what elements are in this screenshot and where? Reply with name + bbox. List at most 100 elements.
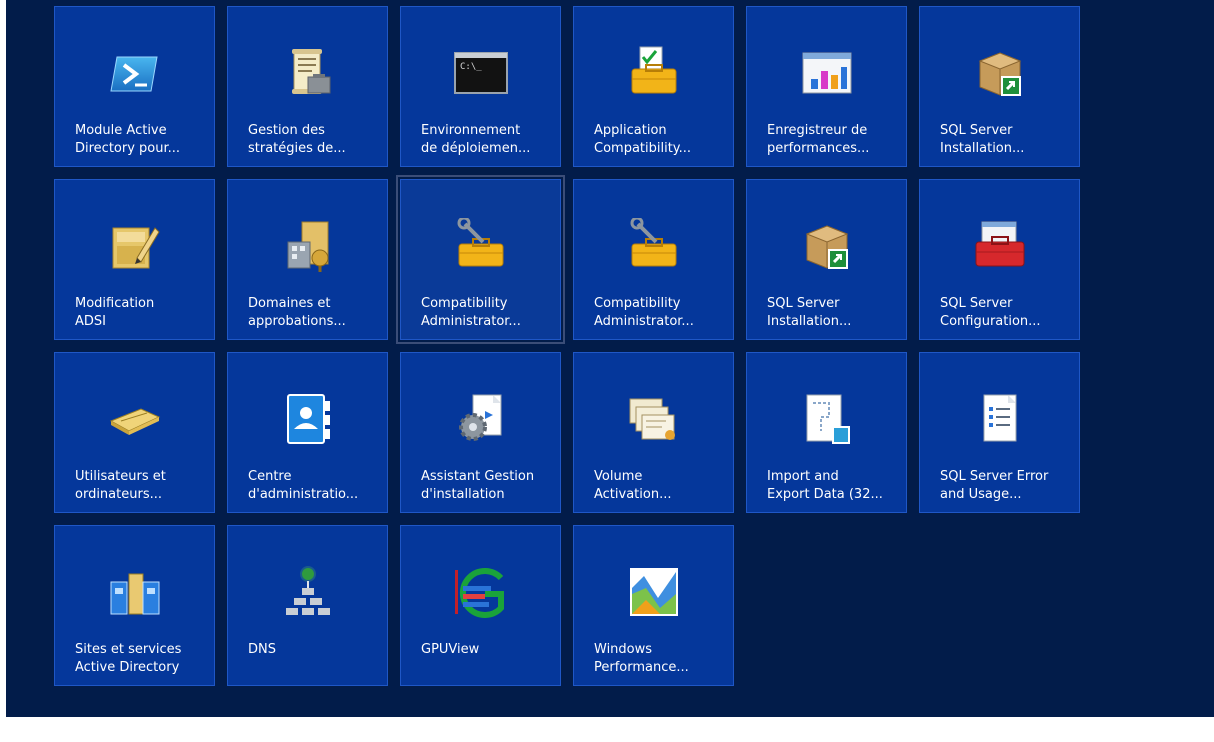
package-box-icon [799, 218, 855, 274]
app-tile-label-line2: Export Data (32... [767, 487, 883, 502]
app-tile-label: SQL Server Installation... [940, 122, 1069, 158]
app-tile-environnement-deploiement[interactable]: C:\_ Environnement de déploiemen... [400, 6, 561, 167]
app-tile-sql-server-error-usage[interactable]: SQL Server Error and Usage... [919, 352, 1080, 513]
gear-document-icon [453, 391, 509, 447]
app-tile-application-compatibility[interactable]: Application Compatibility... [573, 6, 734, 167]
app-tile-label-line1: Assistant Gestion [421, 469, 535, 484]
app-tile-label: Windows Performance... [594, 641, 723, 677]
app-tile-modification-adsi[interactable]: Modification ADSI [54, 179, 215, 340]
app-tile-label-line1: Utilisateurs et [75, 469, 166, 484]
powershell-icon [107, 45, 163, 101]
app-tile-label-line1: Sites et services [75, 642, 182, 657]
app-tile-assistant-gestion-installation[interactable]: Assistant Gestion d'installation [400, 352, 561, 513]
app-tile-label-line2: Performance... [594, 660, 689, 675]
app-tile-compatibility-administrator-2[interactable]: Compatibility Administrator... [573, 179, 734, 340]
app-tile-label-line1: Module Active [75, 123, 167, 138]
app-tile-sql-server-installation-1[interactable]: SQL Server Installation... [919, 6, 1080, 167]
app-tile-label: Application Compatibility... [594, 122, 723, 158]
app-tile-label: SQL Server Configuration... [940, 295, 1069, 331]
contact-card-icon [280, 391, 336, 447]
app-tile-label-line2: de déploiemen... [421, 141, 531, 156]
data-document-icon [799, 391, 855, 447]
bar-chart-window-icon [799, 45, 855, 101]
app-tile-label-line2: Administrator... [421, 314, 521, 329]
dns-network-icon [280, 564, 336, 620]
sites-buildings-icon [107, 564, 163, 620]
app-tile-label-line1: SQL Server [767, 296, 840, 311]
performance-graph-icon [626, 564, 682, 620]
gpuview-icon [453, 564, 509, 620]
app-tile-utilisateurs-ordinateurs[interactable]: Utilisateurs et ordinateurs... [54, 352, 215, 513]
app-tile-label: Domaines et approbations... [248, 295, 377, 331]
app-tile-label: Centre d'administratio... [248, 468, 377, 504]
app-tile-label-line1: Compatibility [594, 296, 681, 311]
app-tile-label-line2: Compatibility... [594, 141, 692, 156]
app-tile-label-line1: Gestion des [248, 123, 325, 138]
domain-buildings-icon [280, 218, 336, 274]
app-tile-label-line2: stratégies de... [248, 141, 346, 156]
app-tile-label: SQL Server Installation... [767, 295, 896, 331]
checklist-toolbox-icon [626, 45, 682, 101]
app-tile-label: DNS [248, 641, 377, 659]
app-tile-sql-server-configuration[interactable]: SQL Server Configuration... [919, 179, 1080, 340]
app-tile-label-line2: performances... [767, 141, 870, 156]
app-tile-compatibility-administrator-1[interactable]: Compatibility Administrator... [396, 175, 565, 344]
red-toolbox-icon [972, 218, 1028, 274]
app-tile-windows-performance[interactable]: Windows Performance... [573, 525, 734, 686]
app-tile-label: Compatibility Administrator... [594, 295, 723, 331]
app-tile-volume-activation[interactable]: Volume Activation... [573, 352, 734, 513]
app-tile-label: Import and Export Data (32... [767, 468, 896, 504]
app-tile-label-line1: SQL Server [940, 123, 1013, 138]
app-tile-label-line1: Domaines et [248, 296, 331, 311]
app-tile-label-line1: DNS [248, 642, 276, 657]
app-tile-label: Gestion des stratégies de... [248, 122, 377, 158]
app-tile-module-active-directory[interactable]: Module Active Directory pour... [54, 6, 215, 167]
app-tile-centre-administration[interactable]: Centre d'administratio... [227, 352, 388, 513]
app-tile-label-line1: Centre [248, 469, 292, 484]
app-tile-label-line2: Active Directory [75, 660, 180, 675]
app-tile-sites-services-ad[interactable]: Sites et services Active Directory [54, 525, 215, 686]
app-tile-label: GPUView [421, 641, 550, 659]
app-tile-label: SQL Server Error and Usage... [940, 468, 1069, 504]
app-tile-gestion-strategies[interactable]: Gestion des stratégies de... [227, 6, 388, 167]
app-tile-label-line1: SQL Server Error [940, 469, 1049, 484]
app-tile-label-line1: GPUView [421, 642, 480, 657]
app-tile-label: Environnement de déploiemen... [421, 122, 550, 158]
package-box-icon [972, 45, 1028, 101]
app-tile-label-line1: Compatibility [421, 296, 508, 311]
policy-scroll-icon [280, 45, 336, 101]
app-tile-label-line1: Volume [594, 469, 643, 484]
app-tile-label-line1: Enregistreur de [767, 123, 868, 138]
certificates-icon [626, 391, 682, 447]
app-tile-enregistreur-performances[interactable]: Enregistreur de performances... [746, 6, 907, 167]
app-tile-label-line1: SQL Server [940, 296, 1013, 311]
app-tile-label-line2: Activation... [594, 487, 672, 502]
app-tile-label-line1: Modification [75, 296, 155, 311]
app-tile-label-line2: d'installation [421, 487, 505, 502]
report-document-icon [972, 391, 1028, 447]
app-tile-dns[interactable]: DNS [227, 525, 388, 686]
edit-folder-icon [107, 218, 163, 274]
app-tile-label: Volume Activation... [594, 468, 723, 504]
app-tile-label-line2: and Usage... [940, 487, 1022, 502]
app-tile-label-line2: Configuration... [940, 314, 1041, 329]
app-tile-label-line2: Directory pour... [75, 141, 181, 156]
app-tile-label-line2: ADSI [75, 314, 106, 329]
command-prompt-icon: C:\_ [453, 45, 509, 101]
app-tile-label: Module Active Directory pour... [75, 122, 204, 158]
app-tile-label-line2: Installation... [940, 141, 1025, 156]
app-tile-sql-server-installation-2[interactable]: SQL Server Installation... [746, 179, 907, 340]
app-tile-label: Assistant Gestion d'installation [421, 468, 550, 504]
app-tile-label: Modification ADSI [75, 295, 204, 331]
directory-book-icon [107, 391, 163, 447]
app-tile-label-line2: ordinateurs... [75, 487, 162, 502]
app-tile-domaines-approbations[interactable]: Domaines et approbations... [227, 179, 388, 340]
app-tile-label-line1: Windows [594, 642, 653, 657]
app-tile-label-line2: approbations... [248, 314, 346, 329]
svg-text:C:\_: C:\_ [460, 62, 482, 72]
app-tile-label-line1: Import and [767, 469, 839, 484]
wrench-toolbox-icon [453, 218, 509, 274]
app-tile-label: Sites et services Active Directory [75, 641, 204, 677]
app-tile-import-export-data[interactable]: Import and Export Data (32... [746, 352, 907, 513]
app-tile-gpuview[interactable]: GPUView [400, 525, 561, 686]
